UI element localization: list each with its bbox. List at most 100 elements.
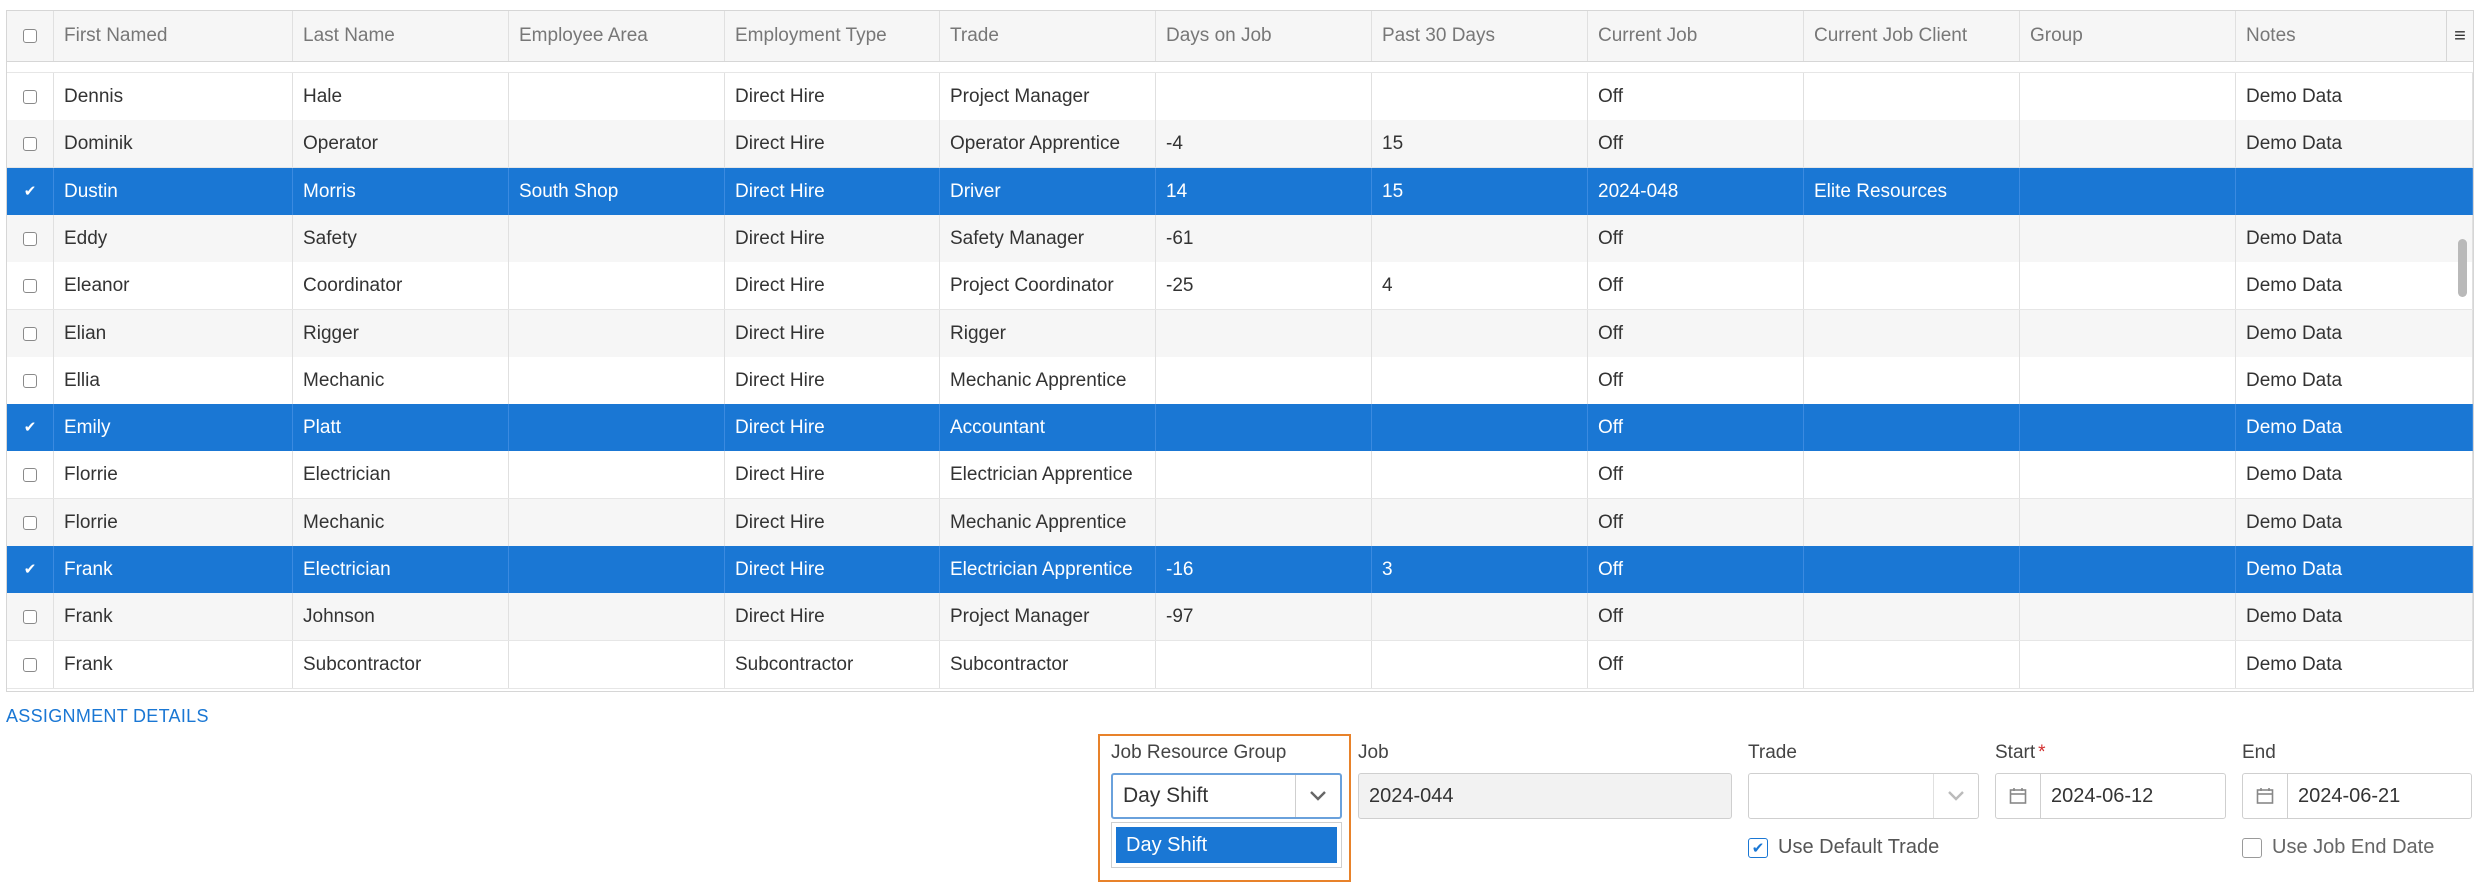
table-row[interactable]: Florrie Electrician Direct Hire Electrician… — [7, 451, 2473, 499]
column-header-current-job-client[interactable]: Current Job Client — [1804, 11, 2020, 61]
check-icon[interactable]: ✔ — [24, 562, 37, 577]
cell-employee-area: South Shop — [509, 168, 725, 215]
check-icon[interactable]: ✔ — [24, 184, 37, 199]
cell-trade: Subcontractor — [940, 641, 1156, 688]
cell-group — [2020, 73, 2236, 120]
cell-current-job: Off — [1588, 593, 1804, 640]
cell-group — [2020, 310, 2236, 357]
table-row[interactable]: Dominik Operator Direct Hire Operator Appre… — [7, 120, 2473, 168]
table-row[interactable]: Elian Rigger Direct Hire Rigger Off Demo Data — [7, 310, 2473, 358]
column-header-trade[interactable]: Trade — [940, 11, 1156, 61]
row-checkbox[interactable] — [23, 326, 37, 341]
row-checkbox-cell[interactable] — [7, 120, 54, 167]
job-resource-group-select[interactable]: Day Shift — [1111, 773, 1342, 819]
assignment-details-link[interactable]: ASSIGNMENT DETAILS — [6, 706, 209, 727]
row-checkbox-cell[interactable] — [7, 310, 54, 357]
checkbox-unchecked-icon[interactable] — [2242, 837, 2262, 858]
column-header-group[interactable]: Group — [2020, 11, 2236, 61]
table-row[interactable]: Eleanor Coordinator Direct Hire Project Coo… — [7, 262, 2473, 310]
start-date-field[interactable]: 2024-06-12 — [1995, 773, 2226, 819]
job-field[interactable]: 2024-044 — [1358, 773, 1732, 819]
column-menu-icon[interactable]: ≡ — [2446, 11, 2473, 61]
cell-group — [2020, 404, 2236, 451]
row-checkbox-cell[interactable] — [7, 357, 54, 404]
column-header-past-30-days[interactable]: Past 30 Days — [1372, 11, 1588, 61]
row-checkbox[interactable] — [23, 89, 37, 104]
table-row[interactable]: Eddy Safety Direct Hire Safety Manager -61 Of… — [7, 215, 2473, 263]
cell-current-job-client — [1804, 593, 2020, 640]
row-checkbox-cell[interactable] — [7, 593, 54, 640]
select-all-checkbox[interactable] — [23, 29, 37, 43]
vertical-scrollbar[interactable] — [2458, 239, 2467, 297]
table-row[interactable]: ✔ Emily Platt Direct Hire Accountant Off Demo … — [7, 404, 2473, 452]
job-resource-group-label: Job Resource Group — [1111, 742, 1287, 763]
row-checkbox[interactable] — [23, 609, 37, 624]
column-header-days-on-job[interactable]: Days on Job — [1156, 11, 1372, 61]
column-header-notes[interactable]: Notes — [2236, 11, 2473, 61]
row-checkbox[interactable] — [23, 657, 37, 672]
row-checkbox-cell[interactable]: ✔ — [7, 168, 54, 215]
cell-trade: Mechanic Apprentice — [940, 499, 1156, 546]
end-date-field[interactable]: 2024-06-21 — [2242, 773, 2472, 819]
table-row[interactable]: Frank Subcontractor Subcontractor Subcontra… — [7, 641, 2473, 689]
dropdown-option-day-shift[interactable]: Day Shift — [1116, 827, 1337, 863]
check-icon[interactable]: ✔ — [24, 420, 37, 435]
column-header-employment-type[interactable]: Employment Type — [725, 11, 940, 61]
row-checkbox-cell[interactable] — [7, 499, 54, 546]
table-row[interactable]: Frank Johnson Direct Hire Project Manager -9… — [7, 593, 2473, 641]
select-all-checkbox-cell[interactable] — [7, 11, 54, 61]
row-checkbox-cell[interactable] — [7, 262, 54, 309]
table-row[interactable]: Ellia Mechanic Direct Hire Mechanic Apprent… — [7, 357, 2473, 405]
cell-current-job-client — [1804, 357, 2020, 404]
trade-label: Trade — [1748, 742, 1797, 763]
row-checkbox-cell[interactable] — [7, 73, 54, 120]
cell-last-name: Mechanic — [293, 357, 509, 404]
row-checkbox-cell[interactable] — [7, 451, 54, 498]
cell-group — [2020, 168, 2236, 215]
cell-employee-area — [509, 641, 725, 688]
use-job-end-date-checkbox[interactable]: Use Job End Date — [2242, 836, 2434, 859]
row-checkbox-cell[interactable] — [7, 641, 54, 688]
cell-employee-area — [509, 546, 725, 593]
row-checkbox-cell[interactable]: ✔ — [7, 546, 54, 593]
cell-group — [2020, 546, 2236, 593]
cell-group — [2020, 593, 2236, 640]
row-checkbox[interactable] — [23, 231, 37, 246]
calendar-icon[interactable] — [1996, 774, 2041, 818]
column-header-employee-area[interactable]: Employee Area — [509, 11, 725, 61]
cell-first-named: Eleanor — [54, 262, 293, 309]
table-row[interactable]: ✔ Dustin Morris South Shop Direct Hire Driver… — [7, 168, 2473, 216]
cell-group — [2020, 641, 2236, 688]
use-default-trade-label: Use Default Trade — [1778, 836, 1940, 858]
chevron-down-icon[interactable] — [1295, 775, 1340, 817]
calendar-icon[interactable] — [2243, 774, 2288, 818]
row-checkbox[interactable] — [23, 136, 37, 151]
row-checkbox-cell[interactable]: ✔ — [7, 404, 54, 451]
chevron-down-icon[interactable] — [1933, 774, 1978, 818]
table-row[interactable]: ✔ Frank Electrician Direct Hire Electrician … — [7, 546, 2473, 594]
cell-days-on-job — [1156, 404, 1372, 451]
table-row[interactable]: Florrie Mechanic Direct Hire Mechanic Appre… — [7, 499, 2473, 547]
row-checkbox[interactable] — [23, 467, 37, 482]
cell-employment-type: Direct Hire — [725, 451, 940, 498]
cell-days-on-job: -97 — [1156, 593, 1372, 640]
cell-past-30-days: 15 — [1372, 120, 1588, 167]
cell-first-named: Frank — [54, 593, 293, 640]
cell-notes: Demo Data — [2236, 215, 2473, 262]
row-checkbox[interactable] — [23, 373, 37, 388]
column-header-current-job[interactable]: Current Job — [1588, 11, 1804, 61]
row-checkbox[interactable] — [23, 515, 37, 530]
cell-trade: Project Manager — [940, 593, 1156, 640]
column-header-last-name[interactable]: Last Name — [293, 11, 509, 61]
table-row[interactable]: Dennis Hale Direct Hire Project Manager Off D… — [7, 73, 2473, 121]
row-checkbox[interactable] — [23, 278, 37, 293]
cell-first-named: Ellia — [54, 357, 293, 404]
trade-select[interactable] — [1748, 773, 1979, 819]
cell-notes: Demo Data — [2236, 641, 2473, 688]
column-header-first-named[interactable]: First Named — [54, 11, 293, 61]
use-default-trade-checkbox[interactable]: ✔ Use Default Trade — [1748, 836, 1939, 859]
cell-days-on-job — [1156, 310, 1372, 357]
row-checkbox-cell[interactable] — [7, 215, 54, 262]
cell-employee-area — [509, 262, 725, 309]
checkbox-checked-icon[interactable]: ✔ — [1748, 837, 1768, 858]
